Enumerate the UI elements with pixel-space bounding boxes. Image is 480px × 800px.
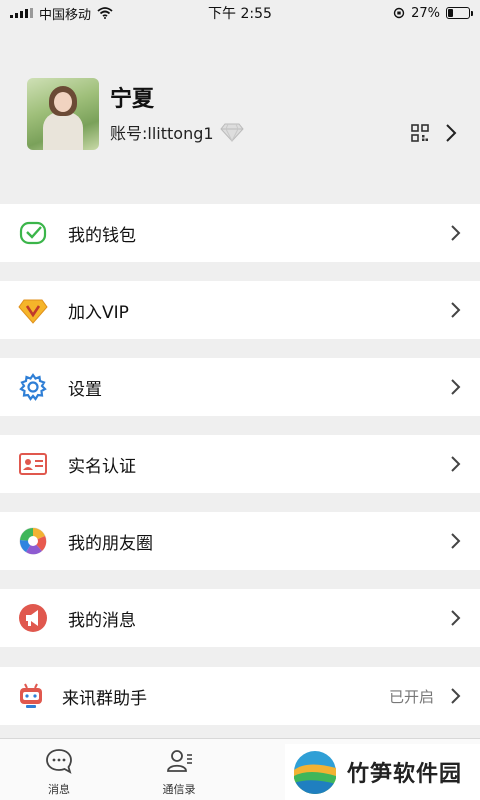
orientation-lock-icon: [393, 7, 405, 19]
watermark: 竹笋软件园: [285, 744, 480, 800]
chevron-right-icon[interactable]: [444, 122, 458, 144]
profile-name: 宁夏: [110, 87, 155, 112]
menu-label: 实名认证: [68, 456, 136, 477]
settings-gear-icon: [19, 373, 47, 401]
id-card-icon: [19, 453, 47, 475]
carrier-label: 中国移动: [39, 7, 92, 23]
contacts-icon: [167, 750, 192, 772]
menu-item-settings[interactable]: 设置: [0, 358, 480, 416]
menu-item-messages[interactable]: 我的消息: [0, 589, 480, 647]
menu-label: 我的朋友圈: [68, 533, 153, 554]
wifi-icon: [97, 7, 113, 19]
tab-contacts[interactable]: 通信录: [124, 739, 234, 800]
tab-label: 通信录: [162, 783, 196, 796]
menu-label: 来讯群助手: [62, 688, 147, 709]
megaphone-icon: [19, 604, 47, 632]
battery-icon: [446, 7, 473, 19]
profile-account-row: 账号:llittong1: [110, 120, 244, 144]
profile-header[interactable]: 宁夏 账号:llittong1: [0, 26, 480, 186]
chevron-right-icon: [451, 456, 461, 472]
menu-item-verification[interactable]: 实名认证: [0, 435, 480, 493]
wallet-icon: [19, 221, 47, 245]
vip-diamond-icon: [18, 299, 48, 324]
chat-bubble-icon: [46, 749, 72, 774]
menu-label: 加入VIP: [68, 302, 129, 323]
menu-item-wallet[interactable]: 我的钱包: [0, 204, 480, 262]
tab-label: 消息: [48, 783, 70, 796]
watermark-text: 竹笋软件园: [347, 762, 463, 787]
tab-messages[interactable]: 消息: [4, 739, 114, 800]
account-id: 账号:llittong1: [110, 124, 214, 143]
menu-label: 设置: [68, 379, 102, 400]
status-bar: 中国移动 下午 2:55 27%: [0, 0, 480, 26]
chevron-right-icon: [451, 225, 461, 241]
menu-label: 我的消息: [68, 610, 136, 631]
chevron-right-icon: [451, 533, 461, 549]
moments-aperture-icon: [19, 527, 47, 555]
battery-percent: 27%: [411, 5, 440, 21]
chevron-right-icon: [451, 302, 461, 318]
status-left: 中国移动: [10, 4, 113, 23]
chevron-right-icon: [451, 688, 461, 704]
menu-label: 我的钱包: [68, 225, 136, 246]
menu-item-moments[interactable]: 我的朋友圈: [0, 512, 480, 570]
chevron-right-icon: [451, 610, 461, 626]
signal-icon: [10, 8, 33, 18]
avatar[interactable]: [27, 78, 99, 150]
watermark-logo-icon: [294, 751, 336, 794]
robot-icon: [20, 683, 42, 708]
status-right: 27%: [393, 5, 473, 21]
menu-item-vip[interactable]: 加入VIP: [0, 281, 480, 339]
menu-item-group-assistant[interactable]: 来讯群助手 已开启: [0, 667, 480, 725]
assistant-status: 已开启: [388, 687, 434, 706]
diamond-badge-icon: [219, 123, 244, 142]
qr-code-icon[interactable]: [411, 124, 429, 142]
chevron-right-icon: [451, 379, 461, 395]
clock: 下午 2:55: [208, 6, 272, 22]
